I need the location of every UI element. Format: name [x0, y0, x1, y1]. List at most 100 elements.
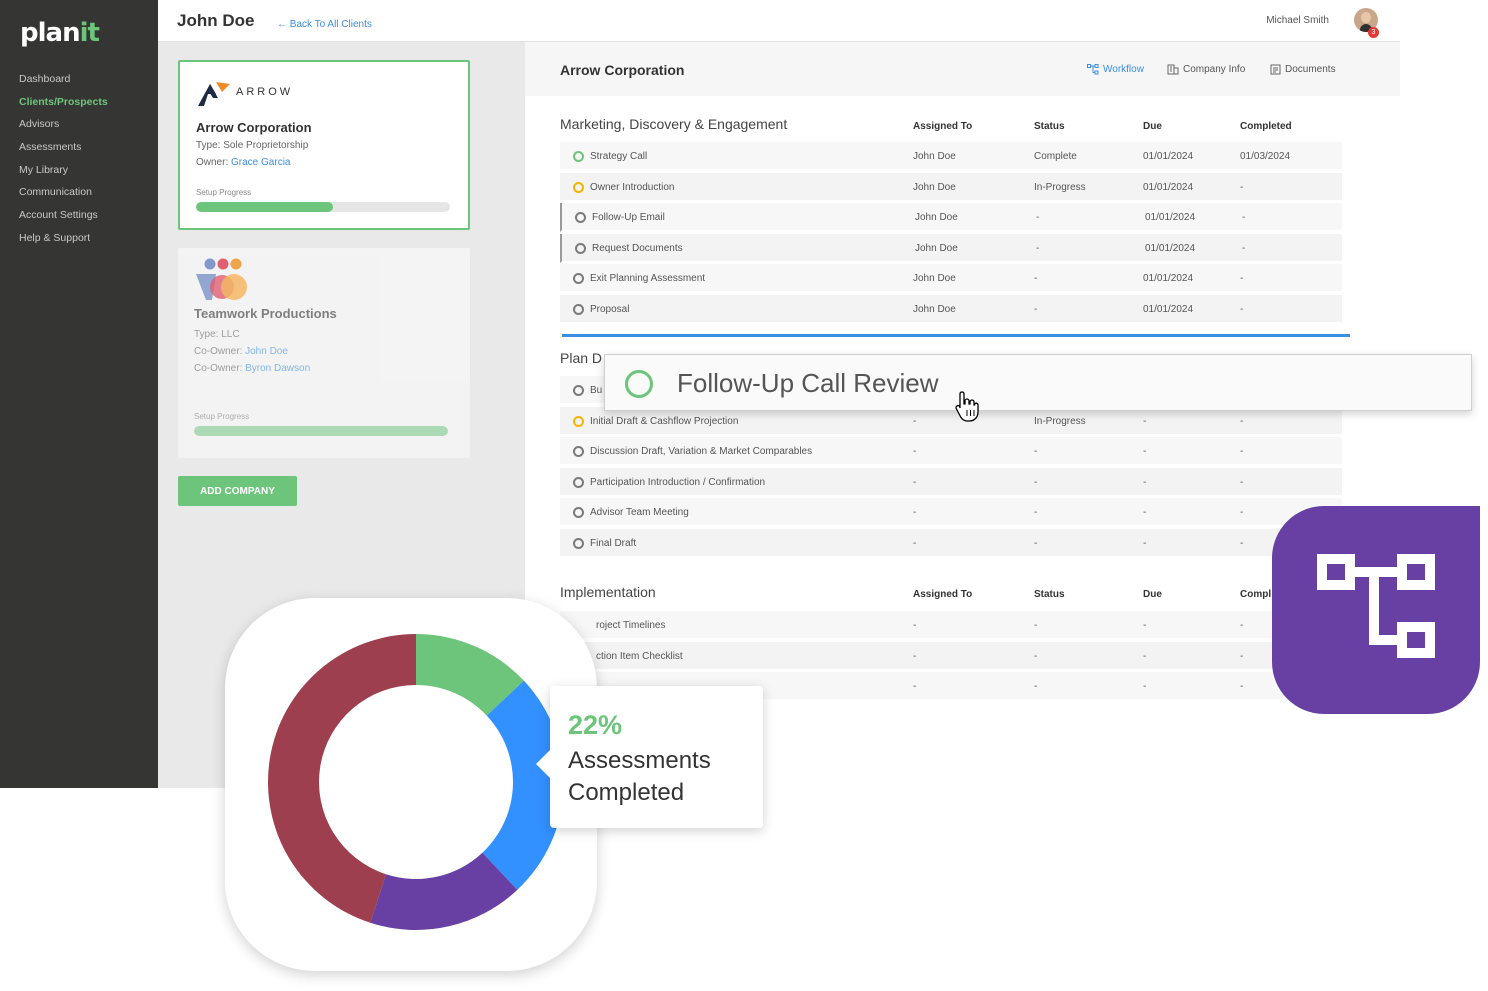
workflow-icon	[1317, 554, 1435, 658]
task-row[interactable]: Follow-Up Email John Doe - 01/01/2024 -	[560, 203, 1342, 233]
task-assigned: John Doe	[915, 212, 958, 224]
task-due: 01/01/2024	[1143, 181, 1194, 193]
task-row[interactable]: Exit Planning Assessment John Doe - 01/01/2…	[560, 264, 1342, 294]
column-completed: Completed	[1240, 121, 1292, 132]
back-to-clients-link[interactable]: ← Back To All Clients	[277, 19, 372, 30]
task-due: 01/01/2024	[1145, 242, 1196, 254]
user-name[interactable]: Michael Smith	[1266, 15, 1329, 26]
add-company-button[interactable]: ADD COMPANY	[178, 476, 297, 506]
company-coowner: Co-Owner: Byron Dawson	[194, 363, 311, 374]
task-due: -	[1143, 507, 1147, 519]
sidebar-item-clients-prospects[interactable]: Clients/Prospects	[19, 95, 108, 118]
status-circle-icon[interactable]	[573, 151, 584, 162]
sidebar-item-account-settings[interactable]: Account Settings	[19, 208, 108, 231]
status-circle-icon[interactable]	[573, 538, 584, 549]
task-row[interactable]: Proposal John Doe - 01/01/2024 -	[560, 295, 1342, 324]
task-due: 01/01/2024	[1145, 212, 1196, 224]
company-name: Teamwork Productions	[194, 306, 337, 321]
status-circle-icon[interactable]	[573, 415, 584, 427]
tab-company-info[interactable]: Company Info	[1167, 64, 1245, 75]
task-row[interactable]: Final Draft - - - -	[560, 529, 1342, 558]
status-circle-icon[interactable]	[575, 242, 586, 254]
tab-documents[interactable]: Documents	[1270, 64, 1336, 75]
setup-progress-fill	[194, 426, 448, 436]
task-name: Exit Planning Assessment	[590, 273, 706, 285]
task-assigned: -	[913, 620, 917, 631]
sidebar-item-my-library[interactable]: My Library	[19, 163, 108, 186]
task-status: -	[1036, 212, 1040, 224]
owner-link[interactable]: Grace Garcia	[231, 157, 290, 168]
task-status: -	[1034, 538, 1038, 549]
status-circle-icon[interactable]	[575, 212, 586, 224]
sidebar: planit Dashboard Clients/Prospects Advis…	[0, 0, 158, 788]
company-card-teamwork[interactable]: Teamwork Productions Type: LLC Co-Owner:…	[178, 248, 470, 458]
task-row[interactable]: Strategy Call John Doe Complete 01/01/2024 0…	[560, 142, 1342, 171]
task-status: -	[1034, 650, 1038, 662]
task-assigned: -	[913, 476, 917, 488]
task-row[interactable]: Request Documents John Doe - 01/01/2024 -	[560, 233, 1342, 263]
task-completed: -	[1240, 415, 1244, 427]
section-title: Implementation	[560, 584, 656, 600]
task-row[interactable]: Discussion Draft, Variation & Market Com…	[560, 437, 1342, 467]
company-coowner: Co-Owner: John Doe	[194, 346, 288, 357]
workflow-icon	[1087, 64, 1099, 75]
task-completed: -	[1240, 476, 1244, 488]
column-due: Due	[1143, 121, 1162, 132]
task-row[interactable]: Participation Introduction / Confirmatio…	[560, 467, 1342, 497]
coowner-link[interactable]: John Doe	[245, 346, 288, 357]
task-name: Bu	[590, 385, 603, 396]
status-circle-icon[interactable]	[573, 304, 584, 315]
drop-indicator	[562, 334, 1350, 337]
task-name: Request Documents	[592, 242, 683, 254]
sidebar-item-advisors[interactable]: Advisors	[19, 117, 108, 140]
assessments-donut-chart	[268, 634, 564, 930]
task-status: -	[1034, 273, 1038, 285]
task-completed: -	[1240, 538, 1244, 549]
task-status: -	[1034, 620, 1038, 631]
panel-title: Arrow Corporation	[560, 62, 685, 78]
task-row[interactable]: roject Timelines - - - -	[560, 611, 1342, 640]
status-circle-icon[interactable]	[573, 507, 584, 519]
task-assigned: -	[913, 446, 917, 458]
notification-badge[interactable]: 3	[1368, 27, 1379, 38]
coowner-link[interactable]: Byron Dawson	[245, 363, 310, 374]
sidebar-item-assessments[interactable]: Assessments	[19, 140, 108, 163]
planit-logo[interactable]: planit	[20, 18, 100, 48]
status-circle-icon[interactable]	[573, 446, 584, 458]
status-circle-icon[interactable]	[573, 385, 584, 396]
task-status: In-Progress	[1034, 181, 1086, 193]
task-completed: 01/03/2024	[1240, 151, 1291, 162]
section-title: Plan D	[560, 350, 603, 366]
task-name: Owner Introduction	[590, 181, 675, 193]
setup-progress-fill	[196, 202, 334, 212]
task-due: -	[1143, 446, 1147, 458]
column-status: Status	[1034, 589, 1065, 600]
panel-header: Arrow Corporation Workflow Company Info …	[525, 42, 1400, 96]
task-due: -	[1143, 415, 1147, 427]
task-row[interactable]: Owner Introduction John Doe In-Progress 01/…	[560, 172, 1342, 202]
status-circle-icon[interactable]	[573, 476, 584, 488]
status-circle-icon[interactable]	[573, 273, 584, 285]
task-completed: -	[1242, 242, 1246, 254]
sidebar-item-help-support[interactable]: Help & Support	[19, 231, 108, 254]
task-status: -	[1034, 681, 1038, 693]
task-due: -	[1143, 681, 1147, 693]
column-assigned: Assigned To	[913, 121, 973, 132]
task-name: roject Timelines	[596, 620, 666, 631]
tab-workflow[interactable]: Workflow	[1087, 64, 1144, 75]
task-assigned: -	[913, 538, 917, 549]
sidebar-item-communication[interactable]: Communication	[19, 185, 108, 208]
stat-label: Assessments Completed	[568, 747, 711, 806]
task-name: Strategy Call	[590, 151, 648, 162]
setup-progress-bar	[196, 202, 450, 212]
task-assigned: -	[913, 415, 917, 427]
status-circle-icon[interactable]	[573, 181, 584, 193]
column-due: Due	[1143, 589, 1162, 600]
sidebar-item-dashboard[interactable]: Dashboard	[19, 72, 108, 95]
company-card-arrow[interactable]: ARROW Arrow Corporation Type: Sole Propr…	[178, 60, 470, 230]
task-row[interactable]: ction Item Checklist - - - -	[560, 641, 1342, 671]
arrow-logo-icon	[198, 82, 230, 106]
dragged-task[interactable]: Follow-Up Call Review	[604, 354, 1472, 411]
section-title: Marketing, Discovery & Engagement	[560, 116, 788, 132]
task-row[interactable]: Advisor Team Meeting - - - -	[560, 498, 1342, 528]
